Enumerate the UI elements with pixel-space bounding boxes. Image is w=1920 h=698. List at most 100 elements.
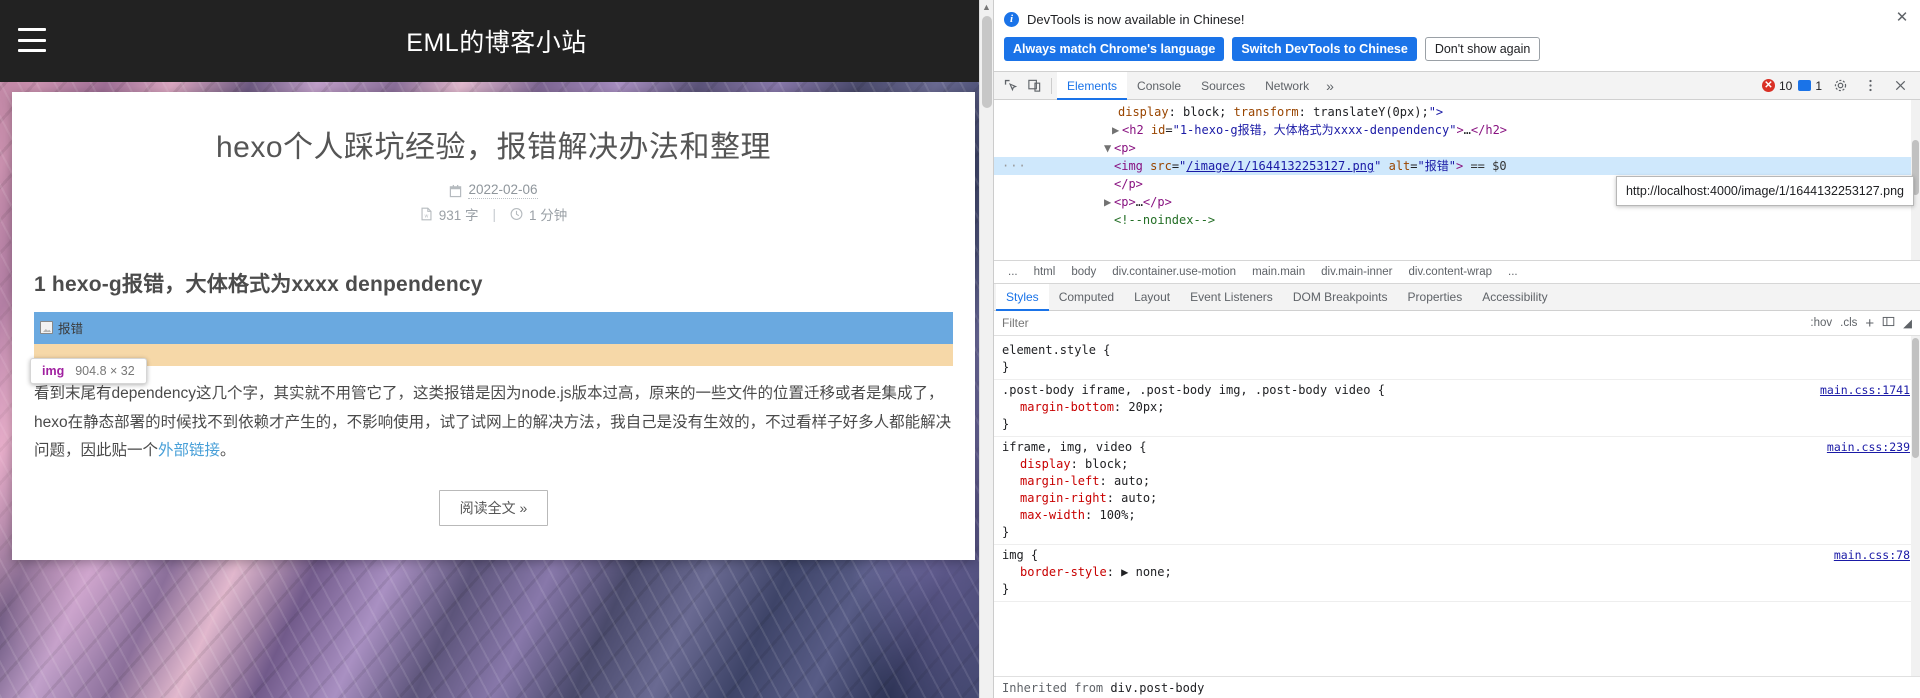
post-image-highlighted[interactable]: 报错: [34, 312, 953, 344]
tabs-overflow-icon[interactable]: »: [1319, 78, 1341, 94]
style-value[interactable]: auto;: [1121, 491, 1157, 505]
word-count: 931 字: [438, 208, 479, 223]
class-toggle[interactable]: .cls: [1840, 317, 1857, 329]
error-count: 10: [1778, 78, 1793, 93]
scroll-up-arrow[interactable]: ▲: [980, 0, 993, 14]
style-rule-selector[interactable]: element.style: [1002, 343, 1096, 357]
dom-line[interactable]: display: block; transform: translateY(0p…: [994, 103, 1920, 121]
styles-pane-tabbar: Styles Computed Layout Event Listeners D…: [994, 283, 1920, 311]
hamburger-icon[interactable]: [18, 28, 46, 52]
tab-sources[interactable]: Sources: [1191, 72, 1255, 100]
style-value[interactable]: auto;: [1114, 474, 1150, 488]
style-property[interactable]: border-style: [1002, 565, 1107, 579]
style-property[interactable]: max-width: [1002, 508, 1085, 522]
dom-line[interactable]: <!--noindex-->: [994, 211, 1920, 229]
dom-line[interactable]: ▼ <p>: [994, 139, 1920, 157]
style-rule[interactable]: main.css:78 img { border-style: ▶ none; …: [994, 545, 1920, 602]
style-property[interactable]: margin-left: [1002, 474, 1099, 488]
tab-elements[interactable]: Elements: [1057, 71, 1128, 100]
toggle-panel-icon[interactable]: [1882, 315, 1895, 331]
content-wrap: hexo个人踩坑经验，报错解决办法和整理 2022-02-06 w 931 字 …: [12, 92, 975, 560]
tab-console[interactable]: Console: [1127, 72, 1191, 100]
notification-buttons: Always match Chrome's language Switch De…: [1004, 37, 1910, 61]
styles-rules-pane[interactable]: element.style { } main.css:1741 .post-bo…: [994, 336, 1920, 698]
error-count-badge[interactable]: ✕ 10: [1761, 78, 1793, 93]
element-inspector-badge: img 904.8 × 32: [30, 358, 147, 384]
inspect-element-icon[interactable]: [998, 75, 1022, 97]
url-tooltip: http://localhost:4000/image/1/1644132253…: [1615, 176, 1914, 206]
dont-show-again-button[interactable]: Don't show again: [1424, 37, 1541, 61]
breadcrumb-item-body[interactable]: body: [1063, 266, 1104, 278]
dom-tree[interactable]: display: block; transform: translateY(0p…: [994, 100, 1920, 260]
always-match-language-button[interactable]: Always match Chrome's language: [1004, 37, 1225, 61]
switch-devtools-language-button[interactable]: Switch DevTools to Chinese: [1232, 37, 1417, 61]
inspector-dimensions: 904.8 × 32: [75, 364, 135, 378]
style-rule-selector[interactable]: iframe, img, video: [1002, 440, 1132, 454]
style-declaration[interactable]: border-style: ▶ none;: [1002, 564, 1912, 581]
style-value[interactable]: 100%;: [1099, 508, 1135, 522]
style-property[interactable]: display: [1002, 457, 1071, 471]
style-rule-source[interactable]: main.css:78: [1834, 547, 1910, 564]
style-rule[interactable]: element.style { }: [994, 340, 1920, 380]
warning-count-badge[interactable]: 1: [1798, 79, 1822, 93]
breadcrumb-item-overflow[interactable]: ...: [1500, 266, 1526, 278]
error-icon: ✕: [1761, 79, 1775, 92]
close-devtools-icon[interactable]: [1888, 75, 1912, 97]
dom-line-selected[interactable]: ··· <img src="/image/1/1644132253127.png"…: [994, 157, 1920, 175]
read-more-button[interactable]: 阅读全文 »: [438, 490, 549, 527]
page-scrollbar[interactable]: ▲: [979, 0, 993, 698]
post-date[interactable]: 2022-02-06: [468, 182, 538, 199]
devtools-panel: i DevTools is now available in Chinese! …: [993, 0, 1920, 698]
breadcrumb-item-html[interactable]: html: [1026, 266, 1064, 278]
styles-filter-input[interactable]: [1002, 316, 1803, 330]
style-property[interactable]: margin-bottom: [1002, 400, 1114, 414]
tab-dom-breakpoints[interactable]: DOM Breakpoints: [1283, 284, 1398, 311]
style-rule[interactable]: main.css:239 iframe, img, video { displa…: [994, 437, 1920, 545]
breadcrumb-item-container[interactable]: div.container.use-motion: [1104, 266, 1244, 278]
style-declaration[interactable]: max-width: 100%;: [1002, 507, 1912, 524]
breadcrumb: ... html body div.container.use-motion m…: [994, 260, 1920, 284]
style-rule[interactable]: main.css:1741 .post-body iframe, .post-b…: [994, 380, 1920, 437]
breadcrumb-item-main-inner[interactable]: div.main-inner: [1313, 266, 1400, 278]
style-declaration[interactable]: margin-left: auto;: [1002, 473, 1912, 490]
style-rule-source[interactable]: main.css:1741: [1820, 382, 1910, 399]
post-body: 1 hexo-g报错，大体格式为xxxx denpendency 报错 看到末尾…: [12, 258, 975, 527]
style-value[interactable]: ▶ none;: [1121, 565, 1172, 579]
tab-layout[interactable]: Layout: [1124, 284, 1180, 311]
browser-viewport: EML的博客小站 hexo个人踩坑经验，报错解决办法和整理 2022-02-06: [0, 0, 993, 698]
more-vertical-icon[interactable]: [1858, 75, 1882, 97]
external-link[interactable]: 外部链接: [158, 442, 220, 459]
tab-properties[interactable]: Properties: [1398, 284, 1473, 311]
post-paragraph: 看到末尾有dependency这几个字，其实就不用管它了，这类报错是因为node…: [34, 380, 953, 466]
style-value[interactable]: block;: [1085, 457, 1128, 471]
style-value[interactable]: 20px;: [1128, 400, 1164, 414]
tab-styles[interactable]: Styles: [996, 283, 1049, 311]
styles-pane-scrollbar[interactable]: [1911, 336, 1920, 698]
style-declaration[interactable]: margin-bottom: 20px;: [1002, 399, 1912, 416]
screen-root: EML的博客小站 hexo个人踩坑经验，报错解决办法和整理 2022-02-06: [0, 0, 1920, 698]
tab-event-listeners[interactable]: Event Listeners: [1180, 284, 1283, 311]
tab-accessibility[interactable]: Accessibility: [1472, 284, 1557, 311]
styles-pane-scrollbar-thumb[interactable]: [1912, 338, 1919, 458]
breadcrumb-item[interactable]: ...: [1000, 266, 1026, 278]
style-rule-selector[interactable]: img: [1002, 548, 1024, 562]
page-scrollbar-thumb[interactable]: [982, 16, 992, 108]
style-rule-source[interactable]: main.css:239: [1827, 439, 1910, 456]
devtools-language-notification: i DevTools is now available in Chinese! …: [994, 0, 1920, 72]
tab-computed[interactable]: Computed: [1049, 284, 1124, 311]
dom-line[interactable]: ▶ <h2 id="1-hexo-g报错，大体格式为xxxx-denpendenc…: [994, 121, 1920, 139]
device-toolbar-icon[interactable]: [1022, 75, 1046, 97]
tab-network[interactable]: Network: [1255, 72, 1319, 100]
breadcrumb-item-main[interactable]: main.main: [1244, 266, 1313, 278]
style-rule-close: }: [1002, 582, 1010, 596]
close-icon[interactable]: ✕: [1893, 8, 1911, 26]
style-property[interactable]: margin-right: [1002, 491, 1107, 505]
hover-state-toggle[interactable]: :hov: [1810, 317, 1832, 329]
style-declaration[interactable]: margin-right: auto;: [1002, 490, 1912, 507]
gear-icon[interactable]: [1828, 75, 1852, 97]
style-rule-selector[interactable]: .post-body iframe, .post-body img, .post…: [1002, 383, 1370, 397]
new-style-rule-button[interactable]: +: [1865, 315, 1874, 332]
styles-sidebar-toggle-icon[interactable]: ◢: [1903, 316, 1912, 330]
style-declaration[interactable]: display: block;: [1002, 456, 1912, 473]
breadcrumb-item-content-wrap[interactable]: div.content-wrap: [1401, 266, 1501, 278]
